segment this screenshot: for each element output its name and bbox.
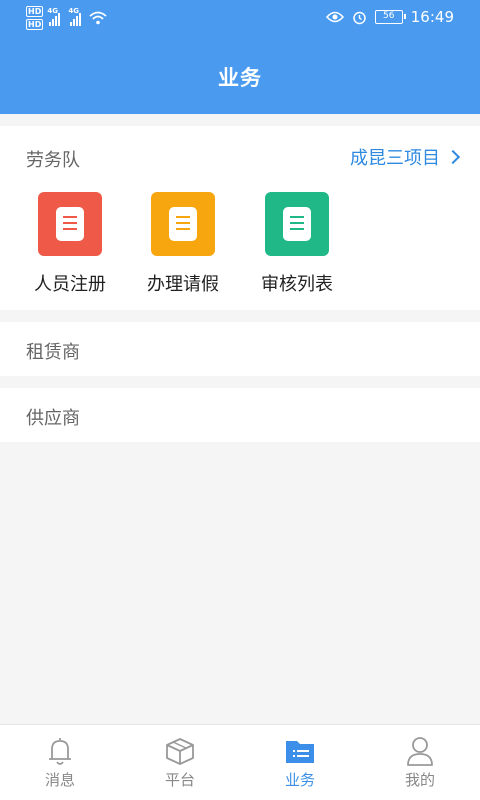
page-title: 业务 [218, 66, 262, 90]
tile-person-register[interactable]: 人员注册 [15, 192, 125, 296]
lessor-section[interactable]: 租赁商 [0, 322, 480, 376]
document-icon [38, 192, 102, 256]
battery-indicator: 56 [374, 10, 406, 24]
hd-badges: HD HD [26, 6, 44, 30]
hd-badge: HD [26, 6, 44, 17]
network-type: 4G [47, 7, 58, 15]
project-name: 成昆三项目 [350, 148, 440, 169]
tile-apply-leave[interactable]: 办理请假 [128, 192, 238, 296]
bottom-tab-bar: 消息 平台 业务 我的 [0, 724, 480, 800]
tile-label: 办理请假 [147, 274, 219, 295]
tab-label: 平台 [164, 771, 195, 789]
tile-label: 审核列表 [261, 274, 333, 295]
tab-label: 业务 [284, 771, 315, 789]
eye-icon [325, 11, 344, 23]
alarm-icon [353, 11, 366, 24]
folder-icon [286, 741, 314, 763]
tile-review-list[interactable]: 审核列表 [242, 192, 352, 296]
tab-label: 消息 [44, 771, 75, 789]
tab-mine[interactable]: 我的 [360, 725, 480, 800]
supplier-section-title: 供应商 [26, 408, 80, 429]
status-right: 56 16:49 [325, 8, 454, 26]
status-bar: HD HD 4G 4G 56 16:49 [0, 0, 480, 38]
signal-icon: 4G [47, 7, 61, 26]
labor-section-title: 劳务队 [26, 150, 80, 171]
tab-messages[interactable]: 消息 [0, 725, 120, 800]
chevron-right-icon [445, 149, 461, 165]
top-app-bar: HD HD 4G 4G 56 16:49 业务 [0, 0, 480, 114]
box-icon [166, 738, 194, 765]
tile-label: 人员注册 [34, 274, 106, 295]
tab-platform[interactable]: 平台 [120, 725, 240, 800]
signal-icon: 4G [68, 7, 82, 26]
supplier-section[interactable]: 供应商 [0, 388, 480, 442]
document-icon [151, 192, 215, 256]
project-selector[interactable]: 成昆三项目 [350, 144, 461, 170]
hd-badge: HD [26, 19, 44, 30]
user-icon [407, 737, 433, 766]
bell-icon [49, 738, 71, 765]
wifi-icon [89, 11, 107, 25]
network-type: 4G [68, 7, 79, 15]
labor-section: 劳务队 成昆三项目 人员注册 办理请假 审核列表 [0, 126, 480, 310]
document-icon [265, 192, 329, 256]
status-left: HD HD 4G 4G [26, 6, 107, 30]
tab-business[interactable]: 业务 [240, 725, 360, 800]
lessor-section-title: 租赁商 [26, 342, 80, 363]
tab-label: 我的 [404, 771, 435, 789]
clock: 16:49 [410, 8, 454, 26]
